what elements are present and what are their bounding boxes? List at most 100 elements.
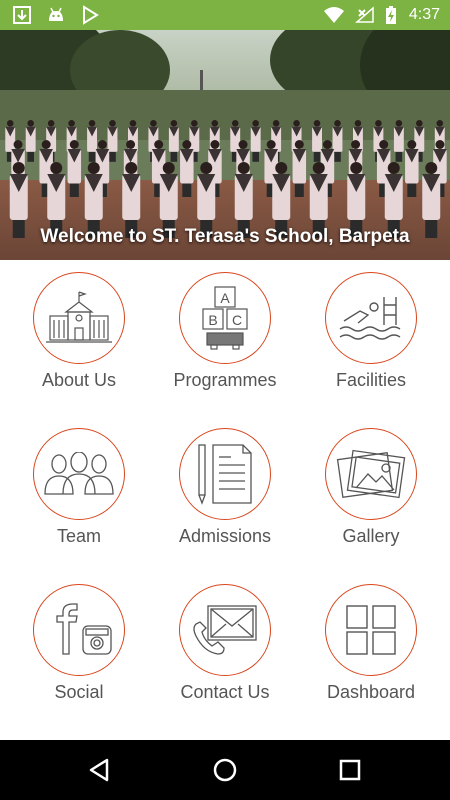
status-time: 4:37: [408, 6, 440, 23]
student-figure: [191, 120, 198, 127]
menu-item-contact-us[interactable]: Contact Us: [150, 574, 300, 730]
menu-item-gallery[interactable]: Gallery: [296, 418, 446, 574]
student-figure: [109, 120, 116, 127]
student-figure: [231, 120, 239, 127]
student-figure: [182, 183, 192, 197]
system-nav-bar: [0, 740, 450, 800]
student-figure: [125, 162, 138, 174]
student-figure: [87, 162, 100, 174]
student-figure: [275, 162, 288, 174]
student-figure: [351, 140, 361, 149]
menu-item-social[interactable]: Social: [4, 574, 154, 730]
menu-icon-circle: [33, 272, 125, 364]
student-figure: [435, 140, 445, 149]
document-pencil-icon: [198, 444, 252, 505]
dashboard-grid-icon: [346, 605, 396, 655]
wifi-icon: [323, 7, 344, 23]
student-figure: [334, 120, 341, 127]
student-figure: [294, 183, 304, 197]
student-figure: [407, 183, 417, 197]
student-figure: [162, 162, 175, 174]
facebook-instagram-icon: [56, 603, 112, 655]
student-figure: [170, 120, 178, 127]
student-figure: [350, 162, 363, 174]
student-figure: [126, 140, 136, 149]
student-figure: [211, 120, 219, 127]
student-figure: [237, 162, 250, 174]
menu-item-label: Gallery: [342, 526, 400, 546]
menu-item-label: Contact Us: [180, 682, 270, 702]
menu-item-label: Team: [56, 526, 101, 546]
home-icon[interactable]: [210, 755, 240, 785]
student-figure: [436, 120, 444, 127]
abc-blocks-icon: A B C: [202, 286, 248, 350]
menu-icon-circle: [179, 584, 271, 676]
swimming-pool-icon: [339, 297, 401, 340]
student-figure: [313, 151, 321, 162]
recents-icon[interactable]: [335, 755, 365, 785]
student-figure: [312, 162, 325, 174]
student-figure: [27, 151, 34, 162]
play-store-icon: [83, 5, 99, 25]
student-figure: [97, 140, 107, 149]
student-figure: [379, 140, 389, 149]
menu-item-dashboard[interactable]: Dashboard: [296, 574, 446, 730]
student-figure: [69, 183, 79, 197]
student-figure: [170, 151, 178, 162]
student-figure: [27, 120, 34, 127]
student-figure: [293, 120, 300, 127]
student-figure: [12, 162, 25, 174]
menu-item-label: Dashboard: [326, 682, 416, 702]
no-signal-icon: [354, 6, 374, 23]
student-figure: [41, 140, 51, 149]
student-figure: [387, 162, 400, 174]
back-icon[interactable]: [85, 755, 115, 785]
menu-item-label: Admissions: [178, 526, 272, 546]
battery-charging-icon: [385, 6, 396, 24]
student-figure: [272, 120, 280, 127]
student-figure: [354, 120, 362, 127]
svg-text:B: B: [208, 312, 217, 328]
student-figure: [252, 120, 259, 127]
download-icon: [13, 6, 31, 24]
menu-item-label: Facilities: [335, 370, 406, 390]
menu-item-label: Social: [54, 682, 104, 702]
student-figure: [200, 162, 213, 174]
menu-item-admissions[interactable]: Admissions: [150, 418, 300, 574]
student-figure: [395, 151, 403, 162]
student-figure: [210, 140, 220, 149]
hero-caption: Welcome to ST. Terasa's School, Barpeta: [40, 226, 410, 247]
school-building-icon: [46, 291, 112, 343]
hero-banner: Welcome to ST. Terasa's School, Barpeta: [0, 30, 450, 260]
menu-icon-circle: A B C: [179, 272, 271, 364]
student-figure: [50, 162, 63, 174]
student-figure: [68, 120, 75, 127]
student-figure: [150, 120, 157, 127]
student-figure: [407, 140, 417, 149]
menu-item-label: About Us: [41, 370, 117, 390]
people-group-icon: [44, 452, 114, 495]
status-bar: 4:37: [0, 0, 450, 30]
student-figure: [322, 140, 332, 149]
student-figure: [375, 120, 382, 127]
student-figure: [69, 140, 79, 149]
android-icon: [49, 7, 63, 21]
menu-icon-circle: [325, 272, 417, 364]
menu-item-about-us[interactable]: About Us: [4, 262, 154, 418]
svg-text:C: C: [232, 312, 242, 328]
menu-item-programmes[interactable]: A B C Programmes: [150, 262, 300, 418]
student-figure: [238, 140, 248, 149]
menu-icon-circle: [33, 584, 125, 676]
student-figure: [252, 151, 259, 162]
student-figure: [129, 120, 137, 127]
student-figure: [154, 140, 164, 149]
student-figure: [47, 120, 55, 127]
menu-icon-circle: [325, 428, 417, 520]
student-figure: [6, 120, 14, 127]
menu-item-facilities[interactable]: Facilities: [296, 262, 446, 418]
student-figure: [294, 140, 304, 149]
menu-icon-circle: [33, 428, 125, 520]
menu-item-team[interactable]: Team: [4, 418, 154, 574]
svg-text:A: A: [220, 290, 230, 306]
student-figure: [313, 120, 321, 127]
